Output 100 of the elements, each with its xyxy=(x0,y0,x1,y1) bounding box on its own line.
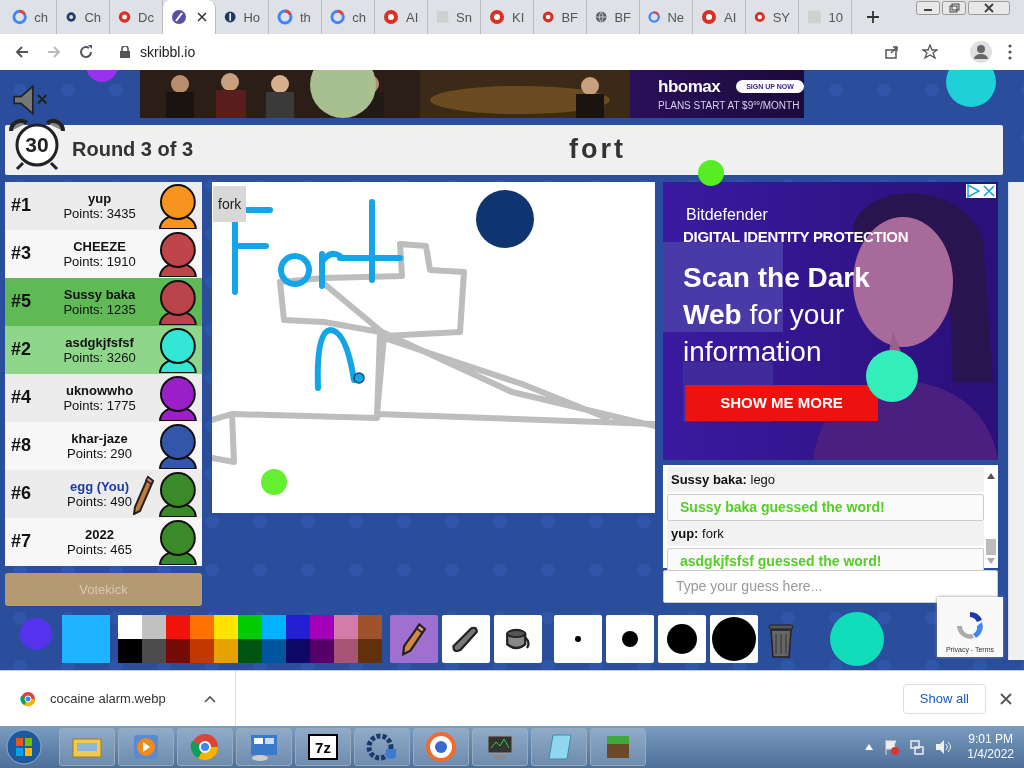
player-points: Points: 1910 xyxy=(63,253,136,269)
color-swatch[interactable] xyxy=(238,614,262,639)
color-swatch[interactable] xyxy=(142,638,166,663)
chat-message: Sussy baka: lego xyxy=(667,466,984,492)
flag-icon[interactable] xyxy=(883,739,900,756)
ad-tagline: DIGITAL IDENTITY PROTECTION xyxy=(683,227,910,245)
current-color-swatch[interactable] xyxy=(62,614,110,663)
network-icon[interactable] xyxy=(909,739,926,756)
close-icon[interactable] xyxy=(1000,692,1012,705)
fill-tool-button[interactable] xyxy=(494,614,542,663)
show-more-button[interactable]: SHOW ME MORE xyxy=(685,384,878,421)
address-field[interactable]: skribbl.io xyxy=(110,37,948,66)
color-swatch[interactable] xyxy=(214,638,238,663)
close-icon[interactable] xyxy=(982,183,996,198)
player-rank: #5 xyxy=(11,291,33,313)
color-swatch[interactable] xyxy=(310,638,334,663)
color-swatch[interactable] xyxy=(334,638,358,663)
ad-panel[interactable]: Bitdefender DIGITAL IDENTITY PROTECTION Scan the Dark Web for your information SHOW ME MORE xyxy=(663,181,998,460)
ad-choices-icon[interactable] xyxy=(966,183,980,198)
scrollbar-thumb[interactable] xyxy=(986,538,996,555)
back-icon[interactable] xyxy=(14,43,30,60)
scrollbar[interactable] xyxy=(1008,181,1024,660)
color-swatch[interactable] xyxy=(262,614,286,639)
menu-icon[interactable] xyxy=(1008,43,1012,60)
start-button-icon[interactable] xyxy=(6,729,42,766)
show-all-button[interactable]: Show all xyxy=(902,683,986,714)
restore-icon[interactable] xyxy=(942,1,966,15)
favicon-icon xyxy=(277,9,293,25)
player-row[interactable]: #5 Sussy baka Points: 1235 xyxy=(5,277,202,326)
taskbar-app-button[interactable] xyxy=(59,728,115,767)
color-swatch[interactable] xyxy=(310,614,334,639)
scroll-down-icon[interactable] xyxy=(987,557,995,564)
taskbar-app-button[interactable] xyxy=(472,728,528,767)
color-swatch[interactable] xyxy=(286,638,310,663)
player-row[interactable]: #7 2022 Points: 465 xyxy=(5,517,202,566)
player-name: Sussy baka xyxy=(63,286,136,302)
color-swatch[interactable] xyxy=(214,614,238,639)
player-points: Points: 290 xyxy=(67,445,133,461)
player-rank: #6 xyxy=(11,483,33,505)
browser-tab[interactable] xyxy=(163,0,216,34)
star-icon[interactable] xyxy=(922,43,938,60)
color-swatch[interactable] xyxy=(190,638,214,663)
guess-input[interactable]: Type your guess here... xyxy=(663,569,998,603)
color-swatch[interactable] xyxy=(262,638,286,663)
color-swatch[interactable] xyxy=(358,614,382,639)
player-points: Points: 465 xyxy=(67,541,133,557)
reload-icon[interactable] xyxy=(78,43,94,60)
brush-dot-icon xyxy=(622,630,638,647)
favicon-icon xyxy=(754,9,766,25)
taskbar-app-button[interactable] xyxy=(413,728,469,767)
player-row[interactable]: #3 CHEEZE Points: 1910 xyxy=(5,229,202,278)
brush-size-button[interactable] xyxy=(554,614,602,663)
taskbar-app-button[interactable]: 7z xyxy=(295,728,351,767)
taskbar-app-button[interactable] xyxy=(531,728,587,767)
close-icon[interactable] xyxy=(197,12,207,22)
caret-icon[interactable] xyxy=(204,694,216,703)
scroll-up-icon[interactable] xyxy=(987,472,995,479)
color-swatch[interactable] xyxy=(142,614,166,639)
color-swatch[interactable] xyxy=(286,614,310,639)
taskbar-app-button[interactable] xyxy=(177,728,233,767)
profile-icon[interactable] xyxy=(970,40,992,63)
download-filename[interactable]: cocaine alarm.webp xyxy=(50,691,190,707)
player-row[interactable]: #2 asdgkjfsfsf Points: 3260 xyxy=(5,325,202,374)
new-tab-icon[interactable] xyxy=(866,10,880,24)
clock-date[interactable]: 1/4/2022 xyxy=(967,747,1014,763)
drawing-canvas[interactable]: fork xyxy=(212,181,655,513)
brush-size-button[interactable] xyxy=(658,614,706,663)
player-row[interactable]: #6 egg (You) Points: 490 xyxy=(5,469,202,518)
brush-size-button[interactable] xyxy=(606,614,654,663)
color-swatch[interactable] xyxy=(358,638,382,663)
player-row[interactable]: #1 yup Points: 3435 xyxy=(5,181,202,230)
color-swatch[interactable] xyxy=(190,614,214,639)
minimize-icon[interactable] xyxy=(916,1,940,15)
color-swatch[interactable] xyxy=(118,638,142,663)
color-swatch[interactable] xyxy=(334,614,358,639)
favicon-icon xyxy=(118,9,132,25)
color-swatch[interactable] xyxy=(166,614,190,639)
share-icon[interactable] xyxy=(884,43,900,60)
player-rank: #1 xyxy=(11,195,33,217)
player-row[interactable]: #4 uknowwho Points: 1775 xyxy=(5,373,202,422)
show-hidden-icons-icon[interactable] xyxy=(865,744,874,751)
lock-icon xyxy=(120,45,130,58)
color-swatch[interactable] xyxy=(238,638,262,663)
color-swatch[interactable] xyxy=(118,614,142,639)
taskbar-app-button[interactable] xyxy=(236,728,292,767)
eraser-tool-button[interactable] xyxy=(442,614,490,663)
player-name: uknowwho xyxy=(65,382,134,398)
player-name: CHEEZE xyxy=(73,238,126,254)
close-icon[interactable] xyxy=(968,1,1010,15)
clock-time[interactable]: 9:01 PM xyxy=(968,732,1013,748)
volume-icon[interactable] xyxy=(935,739,952,756)
player-name: 2022 xyxy=(85,526,114,542)
taskbar-app-button[interactable] xyxy=(590,728,646,767)
player-rank: #4 xyxy=(11,387,33,409)
color-swatch[interactable] xyxy=(166,638,190,663)
player-points: Points: 1775 xyxy=(63,397,136,413)
taskbar-app-button[interactable] xyxy=(354,728,410,767)
player-row[interactable]: #8 khar-jaze Points: 290 xyxy=(5,421,202,470)
pencil-tool-button[interactable] xyxy=(390,614,438,663)
brush-size-button[interactable] xyxy=(710,614,758,663)
